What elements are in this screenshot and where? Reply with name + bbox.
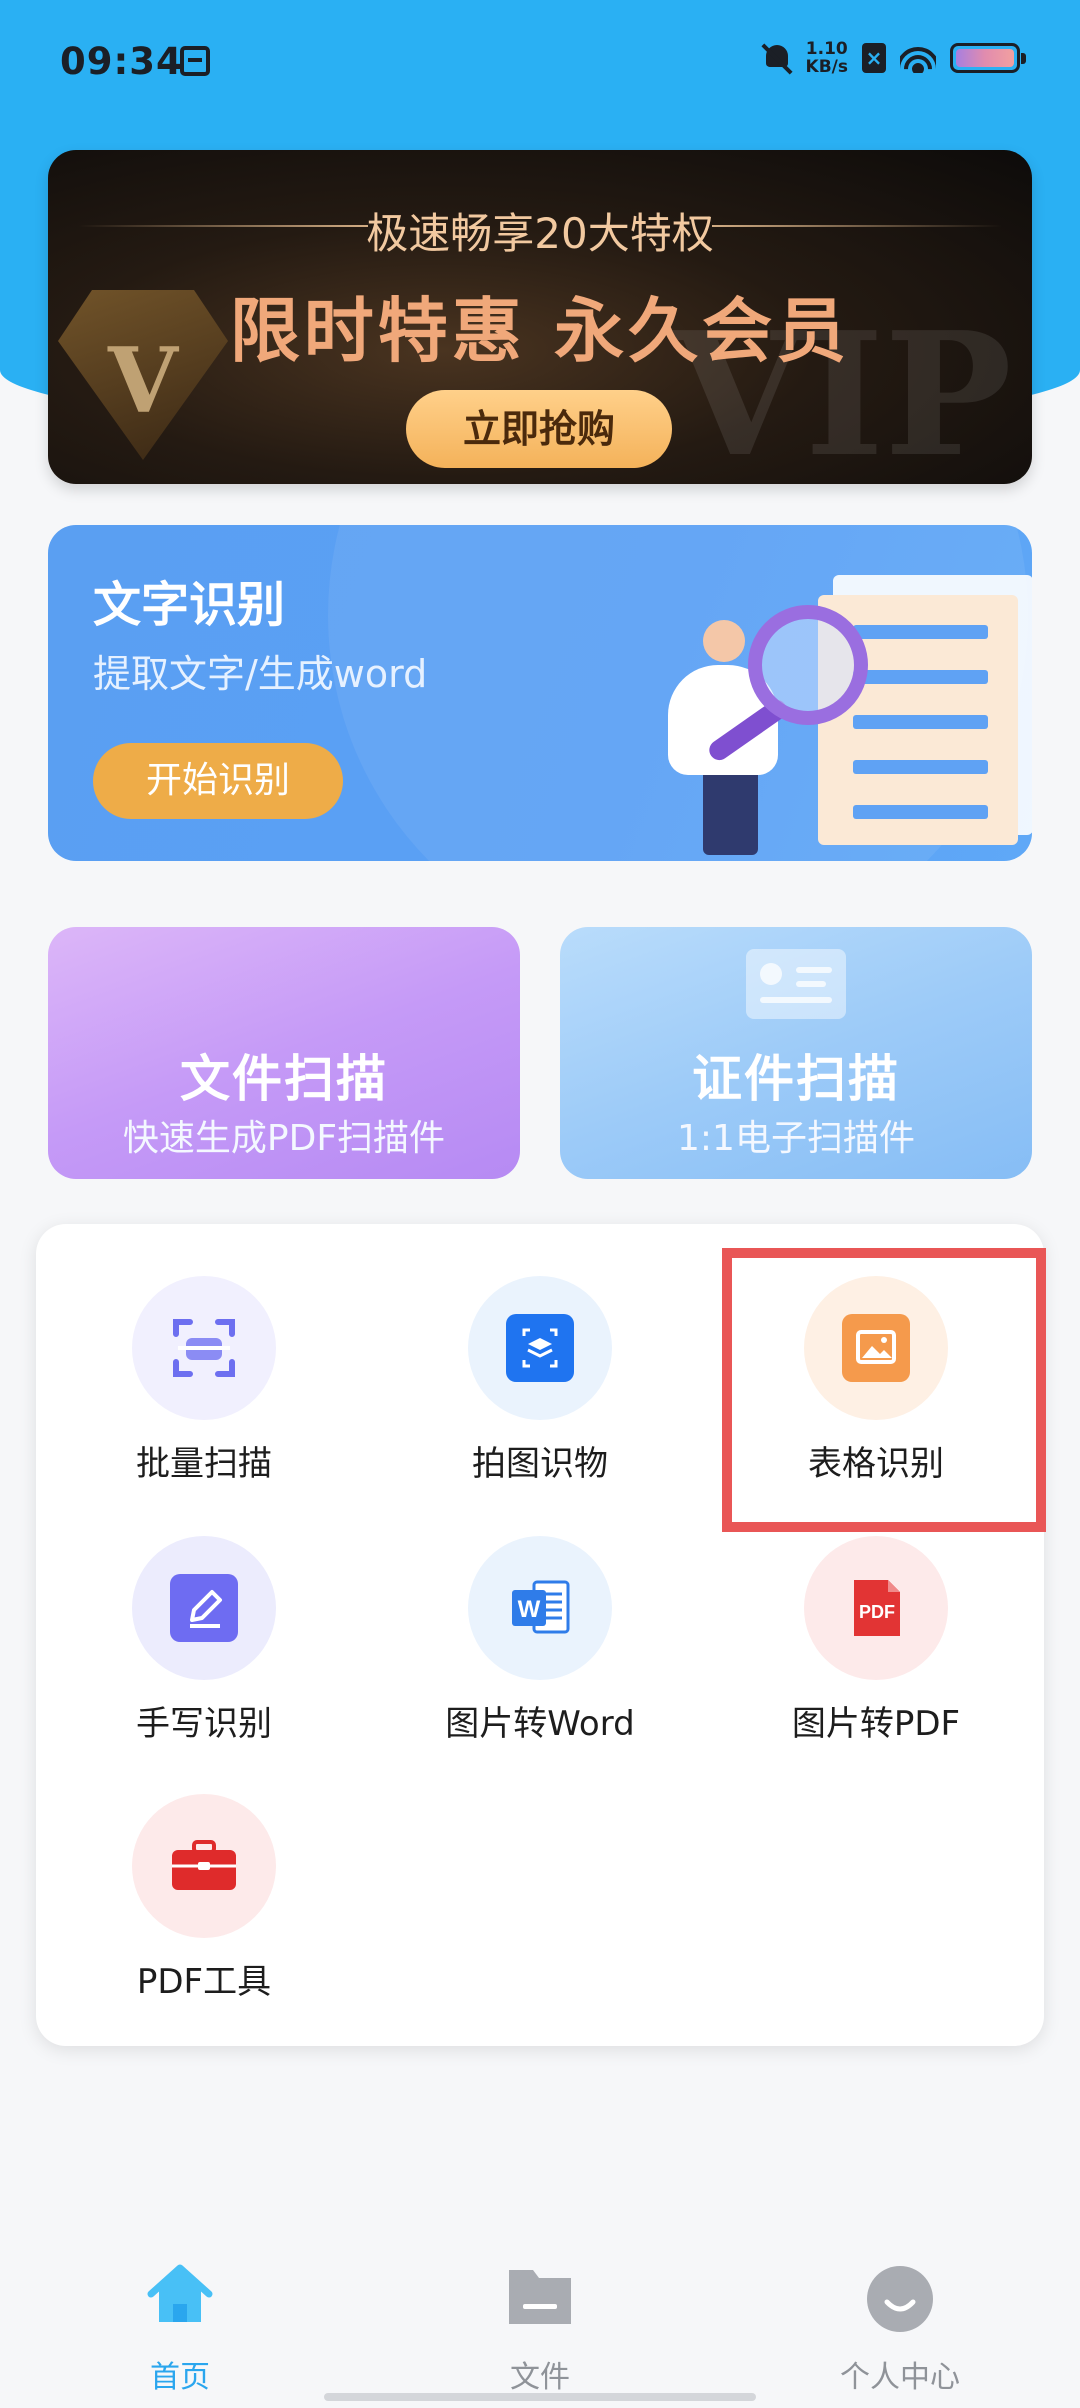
notification-icon — [180, 46, 210, 76]
magnifier-illustration — [608, 565, 1032, 855]
tool-label: 图片转Word — [445, 1704, 635, 1744]
document-scan-card[interactable]: 文件扫描 快速生成PDF扫描件 — [48, 927, 520, 1179]
document-scan-subtitle: 快速生成PDF扫描件 — [122, 1118, 446, 1159]
start-recognition-button[interactable]: 开始识别 — [93, 743, 343, 819]
tab-profile[interactable]: 个人中心 — [800, 2260, 1000, 2395]
tab-profile-label: 个人中心 — [840, 2360, 960, 2395]
handwriting-icon — [132, 1536, 276, 1680]
tool-label: 拍图识物 — [472, 1444, 608, 1484]
tool-batch-scan[interactable]: 批量扫描 — [36, 1224, 372, 1484]
wifi-icon — [900, 43, 936, 73]
bell-off-icon — [762, 41, 792, 75]
tab-home-label: 首页 — [150, 2360, 210, 2395]
ocr-title: 文字识别 — [93, 577, 286, 633]
batch-scan-icon — [132, 1276, 276, 1420]
id-scan-subtitle: 1:1电子扫描件 — [677, 1118, 915, 1159]
battery-icon — [950, 43, 1026, 73]
tool-handwriting[interactable]: 手写识别 — [36, 1484, 372, 1744]
tool-image-to-word[interactable]: W 图片转Word — [372, 1484, 708, 1744]
ocr-subtitle: 提取文字/生成word — [93, 652, 428, 696]
status-time: 09:34 — [60, 40, 183, 83]
profile-icon — [867, 2266, 933, 2332]
word-icon: W — [468, 1536, 612, 1680]
text-recognition-card[interactable]: 文字识别 提取文字/生成word 开始识别 — [48, 525, 1032, 861]
tool-label: 批量扫描 — [136, 1444, 272, 1484]
svg-text:W: W — [518, 1596, 541, 1623]
network-speed-value: 1.10 — [805, 39, 848, 59]
svg-text:PDF: PDF — [859, 1602, 895, 1622]
tool-label: PDF工具 — [136, 1962, 272, 2002]
home-icon — [147, 2264, 213, 2322]
sim-icon: × — [862, 43, 886, 73]
tool-object-recognition[interactable]: 拍图识物 — [372, 1224, 708, 1484]
vip-title: 限时特惠 永久会员 — [229, 290, 851, 372]
tab-files-label: 文件 — [510, 2360, 570, 2395]
vip-subtitle: 极速畅享20大特权 — [366, 209, 714, 258]
toolbox-icon — [132, 1794, 276, 1938]
vip-promo-banner[interactable]: V VIP 极速畅享20大特权 限时特惠 永久会员 立即抢购 — [48, 150, 1032, 484]
status-bar: 09:34 1.10 KB/s × — [0, 0, 1080, 130]
pdf-icon: PDF — [804, 1536, 948, 1680]
tool-pdf-tools[interactable]: PDF工具 — [36, 1742, 372, 2002]
home-indicator — [324, 2393, 756, 2401]
status-icons: 1.10 KB/s × — [762, 40, 1026, 76]
buy-now-button[interactable]: 立即抢购 — [406, 390, 672, 468]
tool-label: 手写识别 — [136, 1704, 272, 1744]
id-scan-card[interactable]: 证件扫描 1:1电子扫描件 — [560, 927, 1032, 1179]
tool-label: 图片转PDF — [791, 1704, 961, 1744]
folder-icon — [509, 2270, 571, 2324]
document-scan-title: 文件扫描 — [180, 1050, 388, 1108]
tab-home[interactable]: 首页 — [80, 2260, 280, 2395]
id-card-icon — [746, 949, 846, 1019]
tab-files[interactable]: 文件 — [440, 2260, 640, 2395]
highlight-box — [722, 1248, 1046, 1532]
network-speed-unit: KB/s — [805, 57, 848, 77]
object-recognition-icon — [468, 1276, 612, 1420]
network-speed: 1.10 KB/s — [806, 40, 848, 76]
id-scan-title: 证件扫描 — [692, 1050, 900, 1108]
bottom-tab-bar: 首页 文件 个人中心 — [0, 2240, 1080, 2408]
